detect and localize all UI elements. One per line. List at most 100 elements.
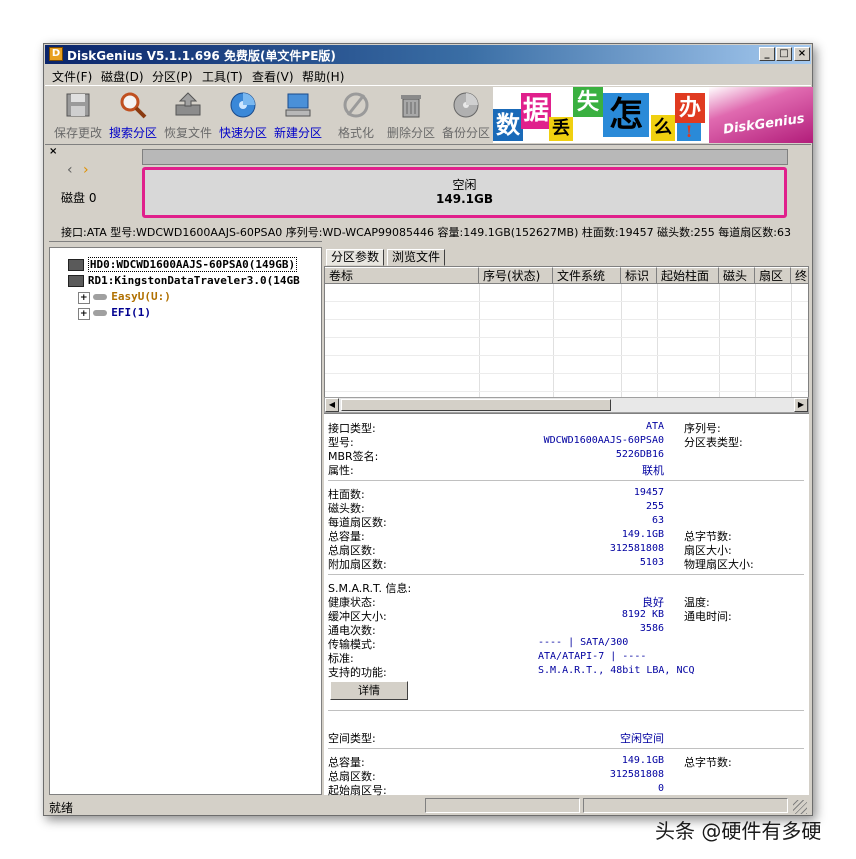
resize-grip-icon[interactable]: [793, 800, 807, 814]
new-partition-button[interactable]: 新建分区: [271, 88, 325, 142]
separator: [328, 480, 804, 481]
banner-tile: !: [677, 123, 701, 141]
tree-item-label: EasyU(U:): [111, 290, 171, 303]
promo-banner[interactable]: 数 据 丢 失 怎 么 办 ! DiskGenius: [493, 87, 813, 143]
menu-tools[interactable]: 工具(T): [202, 68, 243, 85]
scroll-right-icon[interactable]: ▶: [794, 398, 808, 412]
separator: [328, 748, 804, 749]
grid-line: [325, 337, 808, 338]
toolbar: 保存更改 搜索分区 恢复文件 快速分区 新建分区 格式化 删除分区 备份分区 数…: [45, 85, 813, 145]
banner-tile: 办: [675, 93, 705, 123]
detail-value: 19457: [633, 487, 664, 498]
collapse-marker[interactable]: ×: [49, 146, 57, 157]
partition-icon: [93, 310, 108, 316]
scrollbar-thumb[interactable]: [341, 399, 611, 411]
detail-value: 312581808: [609, 543, 664, 554]
horizontal-scrollbar[interactable]: ◀ ▶: [324, 397, 809, 413]
recover-file-button[interactable]: 恢复文件: [161, 88, 215, 142]
grid-line: [657, 284, 658, 413]
tree-item-label: RD1:KingstonDataTraveler3.0(14GB: [87, 274, 300, 287]
grid-line: [325, 391, 808, 392]
new-partition-icon: [285, 93, 311, 117]
grid-line: [553, 284, 554, 413]
expand-icon[interactable]: +: [78, 292, 90, 304]
prev-disk-icon[interactable]: ‹: [67, 162, 73, 178]
menu-file[interactable]: 文件(F): [52, 68, 92, 85]
menu-disk[interactable]: 磁盘(D): [101, 68, 144, 85]
tab-browse-files[interactable]: 浏览文件: [387, 249, 446, 266]
delete-partition-label: 删除分区: [386, 126, 435, 140]
detail-label: 分区表类型:: [684, 436, 743, 449]
tree-item-hd0[interactable]: HD0:WDCWD1600AAJS-60PSA0(149GB): [68, 257, 298, 272]
title-bar: D DiskGenius V5.1.1.696 免费版(单文件PE版) _ □ …: [45, 45, 811, 64]
banner-tile: 怎: [603, 93, 649, 137]
save-changes-button[interactable]: 保存更改: [51, 88, 105, 142]
detail-value: ATA: [645, 421, 664, 432]
detail-value: 5103: [639, 557, 664, 568]
format-button[interactable]: 格式化: [329, 88, 383, 142]
column-header[interactable]: 标识: [621, 267, 657, 284]
column-header[interactable]: 扇区: [755, 267, 791, 284]
hard-disk-icon: [68, 259, 84, 271]
detail-label: 通电时间:: [684, 610, 732, 623]
menu-partition[interactable]: 分区(P): [152, 68, 193, 85]
banner-tile: 么: [651, 115, 675, 141]
column-header[interactable]: 终: [791, 267, 808, 284]
disk-info-text: 接口:ATA 型号:WDCWD1600AAJS-60PSA0 序列号:WD-WC…: [61, 226, 791, 239]
grid-line: [325, 355, 808, 356]
disk-details: 接口类型: ATA 型号: WDCWD1600AAJS-60PSA0 MBR签名…: [324, 414, 809, 797]
status-bar: 就绪: [45, 796, 811, 815]
detail-value: 良好: [642, 596, 664, 609]
column-header[interactable]: 起始柱面: [657, 267, 719, 284]
detail-label: 物理扇区大小:: [684, 558, 754, 571]
backup-partition-button[interactable]: 备份分区: [439, 88, 493, 142]
detail-value: 312581808: [609, 769, 664, 780]
banner-brand: DiskGenius: [722, 111, 806, 138]
disk-label: 磁盘 0: [61, 191, 97, 205]
tree-item-efi[interactable]: + EFI(1): [78, 306, 151, 320]
banner-tile: 据: [521, 93, 551, 129]
detail-value: S.M.A.R.T., 48bit LBA, NCQ: [538, 665, 695, 676]
menu-bar: 文件(F) 磁盘(D) 分区(P) 工具(T) 查看(V) 帮助(H): [45, 65, 811, 85]
search-magnifier-icon: [120, 92, 147, 119]
maximize-button[interactable]: □: [776, 47, 792, 61]
column-header[interactable]: 卷标: [325, 267, 479, 284]
column-header[interactable]: 文件系统: [553, 267, 621, 284]
close-button[interactable]: ×: [794, 47, 810, 61]
details-button[interactable]: 详情: [330, 681, 408, 700]
detail-label: 空间类型:: [328, 732, 376, 745]
backup-disk-icon: [453, 92, 479, 118]
tree-item-easyu[interactable]: + EasyU(U:): [78, 290, 171, 304]
save-icon: [66, 93, 90, 117]
tree-item-rd1[interactable]: RD1:KingstonDataTraveler3.0(14GB: [68, 274, 300, 287]
grid-line: [791, 284, 792, 413]
window-title: DiskGenius V5.1.1.696 免费版(单文件PE版): [67, 49, 336, 63]
scroll-left-icon[interactable]: ◀: [325, 398, 339, 412]
banner-tile: 数: [493, 109, 523, 141]
banner-tile: 丢: [549, 117, 573, 141]
watermark-text: 头条 @硬件有多硬: [655, 819, 822, 843]
tree-item-label: EFI(1): [111, 306, 151, 319]
column-header[interactable]: 磁头: [719, 267, 755, 284]
tab-partition-params[interactable]: 分区参数: [326, 249, 385, 266]
expand-icon[interactable]: +: [78, 308, 90, 320]
quick-partition-button[interactable]: 快速分区: [216, 88, 270, 142]
delete-partition-button[interactable]: 删除分区: [384, 88, 438, 142]
free-space-label: 空闲: [452, 178, 477, 192]
banner-tile: 失: [573, 87, 603, 117]
search-partition-label: 搜索分区: [108, 126, 157, 140]
menu-help[interactable]: 帮助(H): [302, 68, 344, 85]
detail-value: 63: [651, 515, 664, 526]
disk-info-line: 接口:ATA 型号:WDCWD1600AAJS-60PSA0 序列号:WD-WC…: [45, 222, 811, 240]
column-header[interactable]: 序号(状态): [479, 267, 553, 284]
next-disk-icon[interactable]: ›: [83, 162, 89, 178]
partition-table: 卷标 序号(状态) 文件系统 标识 起始柱面 磁头 扇区 终: [324, 266, 809, 414]
search-partition-button[interactable]: 搜索分区: [106, 88, 160, 142]
tree-item-label: HD0:WDCWD1600AAJS-60PSA0(149GB): [87, 257, 298, 272]
separator: [328, 574, 804, 575]
detail-value: ---- | SATA/300: [538, 637, 629, 648]
grid-line: [479, 284, 480, 413]
minimize-button[interactable]: _: [759, 47, 775, 61]
free-space-block[interactable]: 空闲 149.1GB: [142, 167, 787, 218]
menu-view[interactable]: 查看(V): [252, 68, 294, 85]
